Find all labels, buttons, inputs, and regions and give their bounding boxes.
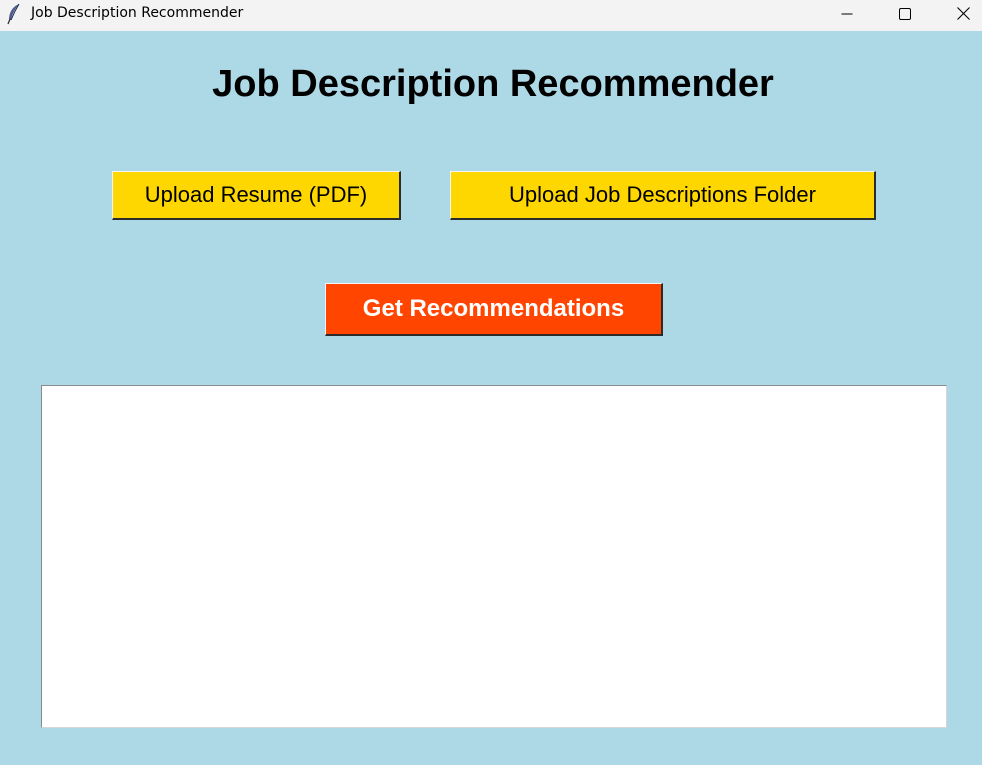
close-button[interactable] (940, 0, 982, 31)
upload-resume-button[interactable]: Upload Resume (PDF) (112, 171, 401, 220)
maximize-button[interactable] (882, 0, 928, 31)
get-recommendations-button[interactable]: Get Recommendations (325, 283, 663, 336)
title-bar[interactable]: Job Description Recommender (0, 0, 982, 31)
window-title: Job Description Recommender (31, 5, 244, 21)
feather-icon (6, 3, 22, 25)
upload-folder-button[interactable]: Upload Job Descriptions Folder (450, 171, 876, 220)
results-textbox[interactable] (41, 385, 947, 728)
maximize-icon (899, 7, 911, 25)
main-panel: Job Description Recommender Upload Resum… (0, 31, 982, 765)
close-icon (956, 6, 970, 25)
page-title: Job Description Recommender (212, 63, 774, 105)
minimize-button[interactable] (824, 0, 870, 31)
minimize-icon (841, 7, 853, 25)
